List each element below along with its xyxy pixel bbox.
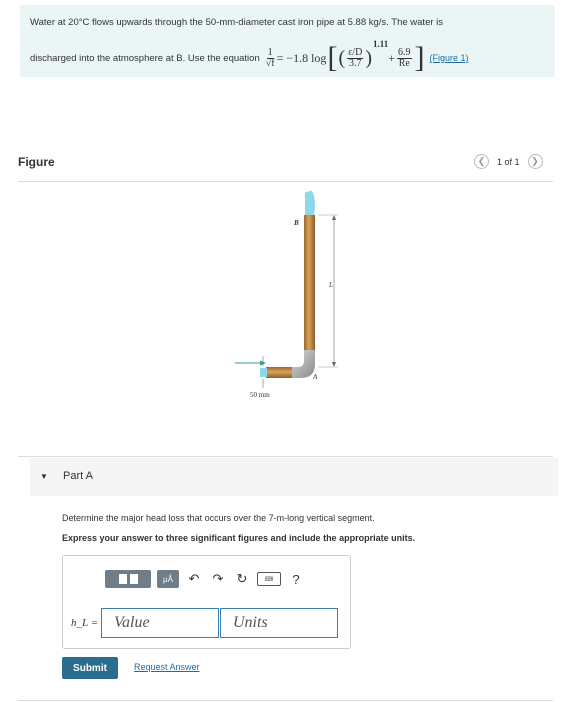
equation-exponent: 1.11 [372,39,389,49]
equation-lhs: 1 √f [265,46,275,69]
eq-lhs-numerator: 1 [266,46,274,59]
eq-frac1-numerator: ε/D [347,46,364,59]
part-a-label: Part A [63,470,93,482]
chevron-left-icon: ❮ [477,156,486,166]
reset-icon[interactable]: ↻ [233,570,251,588]
bracket-open: [ [327,41,338,74]
template-box-icon [129,574,138,584]
figure-title: Figure [18,155,55,169]
problem-line-2-prefix: discharged into the atmosphere at B. Use… [30,52,260,64]
equation-frac-2: 6.9 Re [397,46,412,69]
eq-frac2-denominator: Re [398,57,410,69]
answer-panel: μÅ ↶ ↷ ↻ ⌨ ? h_L = Value Units [62,555,351,649]
units-symbols-button[interactable]: μÅ [157,570,179,588]
prev-figure-button[interactable]: ❮ [474,154,489,169]
inlet-water [260,368,267,377]
part-divider [18,456,553,457]
figure-pager: ❮ 1 of 1 ❯ [474,154,543,169]
length-arrow-top [332,215,336,220]
help-button[interactable]: ? [287,570,305,588]
next-figure-button[interactable]: ❯ [527,154,543,169]
pipe-diagram: B L A 50 mm [235,190,338,399]
instruction-text: Express your answer to three significant… [62,533,416,543]
eq-frac1-denominator: 3.7 [348,57,362,69]
problem-statement: Water at 20°C flows upwards through the … [20,5,555,77]
undo-icon[interactable]: ↶ [185,570,203,588]
keyboard-icon[interactable]: ⌨ [257,572,281,586]
redo-icon[interactable]: ↷ [209,570,227,588]
units-input[interactable]: Units [220,608,338,638]
eq-lhs-denominator: √f [265,57,275,69]
figure-link[interactable]: (Figure 1) [430,53,469,63]
horizontal-pipe [266,367,292,378]
equation-middle: = −1.8 log [276,50,327,65]
label-l: L [328,281,333,289]
elbow [292,350,315,378]
value-input[interactable]: Value [101,608,219,638]
eq-frac2-numerator: 6.9 [397,46,412,59]
part-a-header[interactable]: ▼ Part A [30,458,558,496]
answer-toolbar: μÅ ↶ ↷ ↻ ⌨ ? [105,570,305,588]
pager-text: 1 of 1 [497,156,520,167]
length-arrow-bottom [332,362,336,367]
equation-frac-1: ε/D 3.7 [347,46,364,69]
collapse-caret-icon[interactable]: ▼ [40,472,48,481]
answer-variable-label: h_L = [71,617,99,629]
vertical-pipe [304,215,315,352]
equation-plus: + [388,50,396,65]
paren-open: ( [338,47,346,69]
template-box-icon [118,574,127,584]
label-a: A [312,373,318,381]
submit-button[interactable]: Submit [62,657,118,679]
bracket-close: ] [414,41,425,74]
chevron-right-icon: ❯ [531,156,539,166]
templates-button[interactable] [105,570,151,588]
request-answer-link[interactable]: Request Answer [134,662,200,672]
problem-line-1: Water at 20°C flows upwards through the … [30,17,444,28]
bottom-divider [18,700,553,701]
problem-line-2: discharged into the atmosphere at B. Use… [30,39,469,74]
question-text: Determine the major head loss that occur… [62,513,375,523]
label-diameter: 50 mm [250,391,270,399]
paren-close: ) [365,47,372,69]
label-b: B [293,219,299,227]
water-jet [304,190,315,215]
figure-divider [18,181,553,182]
